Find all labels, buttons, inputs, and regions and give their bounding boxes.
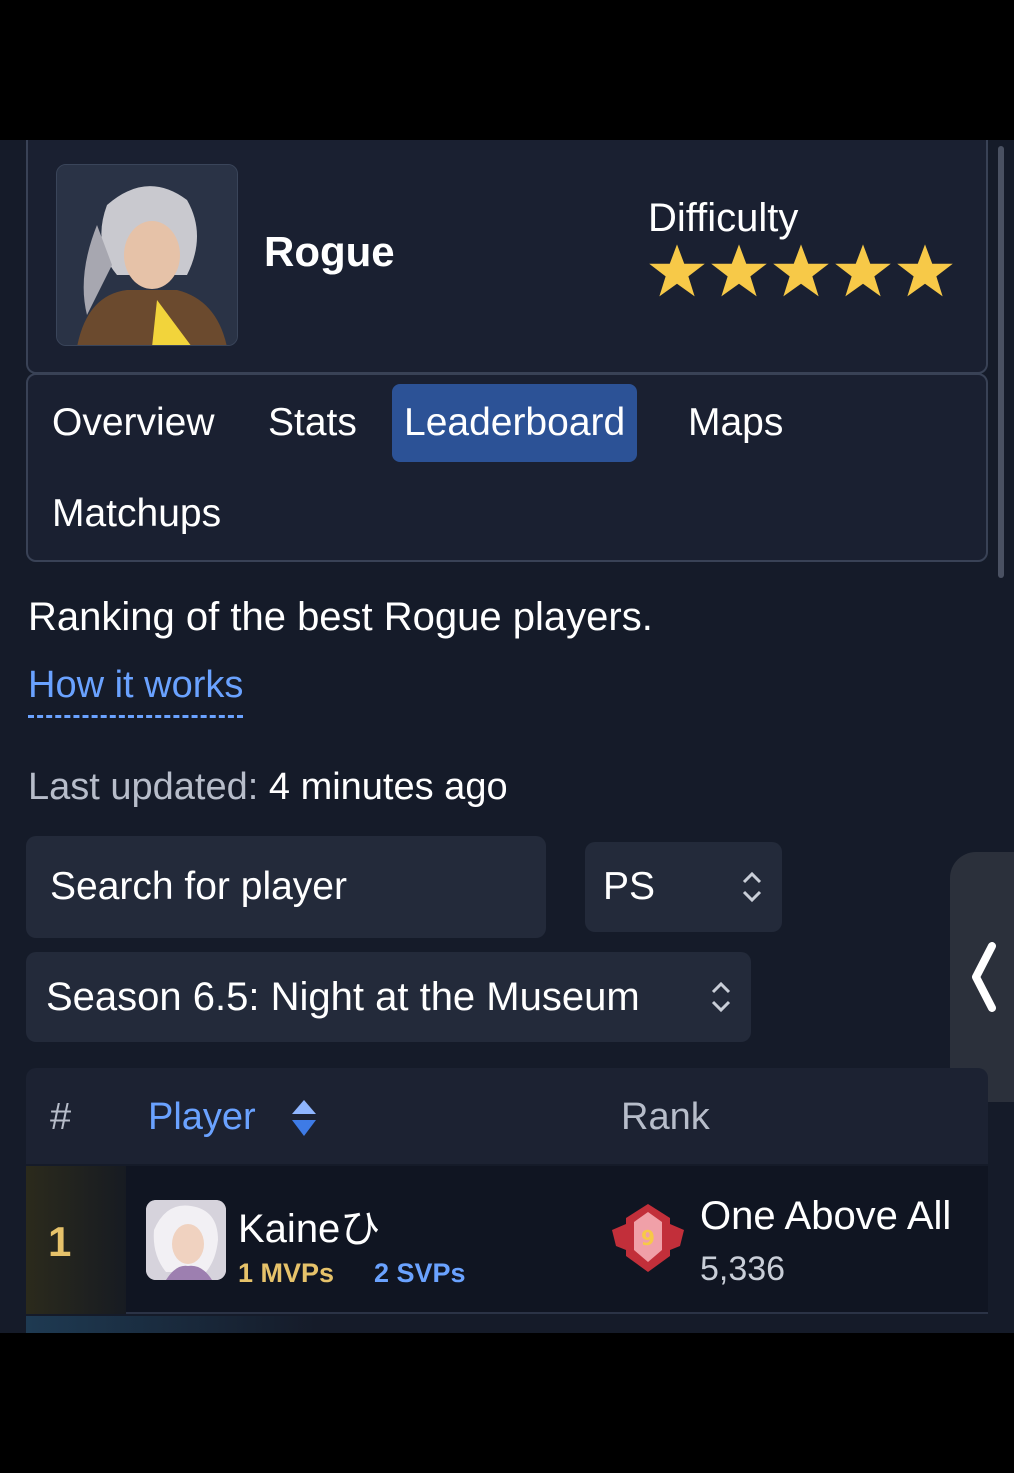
leaderboard-screen: Rogue Difficulty Overview Stats Leaderbo… [0,140,1014,1333]
updown-chevron-icon [711,981,731,1013]
season-select-value: Season 6.5: Night at the Museum [46,975,640,1019]
table-row[interactable]: 1 Kaineひ 1 MVPs 2 SVPs 9 One Above All 5… [26,1166,988,1314]
rank-score: 5,336 [700,1250,786,1288]
platform-select[interactable]: PS [585,842,782,932]
column-header-player[interactable]: Player [148,1096,256,1139]
how-it-works-link[interactable]: How it works [28,664,244,718]
page-description: Ranking of the best Rogue players. [28,595,653,639]
column-header-rank: Rank [621,1096,710,1138]
hero-portrait [56,164,238,346]
tab-bar: Overview Stats Leaderboard Maps Matchups [26,373,988,562]
updown-chevron-icon [742,871,762,903]
tab-stats[interactable]: Stats [256,384,369,462]
leaderboard-table-header: # Player Rank [26,1068,988,1164]
star-icon [649,244,705,297]
star-icon [835,244,891,297]
platform-select-value: PS [603,865,656,908]
scrollbar[interactable] [998,146,1004,578]
row-position-cell: 1 [26,1166,126,1314]
rank-name: One Above All [700,1194,952,1238]
rank-badge-icon: 9 [612,1204,684,1272]
last-updated-value: 4 minutes ago [268,766,508,808]
chevron-left-icon [972,942,996,1012]
star-icon [897,244,953,297]
last-updated: Last updated: 4 minutes ago [28,766,508,809]
sort-icon[interactable] [290,1098,318,1138]
svg-text:9: 9 [641,1226,655,1250]
last-updated-label: Last updated: [28,766,259,808]
table-row [26,1316,988,1333]
season-select[interactable]: Season 6.5: Night at the Museum [26,952,751,1042]
tab-maps[interactable]: Maps [676,384,795,462]
column-header-number: # [50,1096,72,1138]
svp-count: 2 SVPs [374,1258,466,1288]
avatar [146,1200,226,1280]
star-icon [711,244,767,297]
side-drawer-toggle[interactable] [950,852,1014,1102]
player-search-input[interactable]: Search for player [26,836,546,938]
tab-overview[interactable]: Overview [40,384,227,462]
difficulty-label: Difficulty [648,196,799,240]
hero-name: Rogue [264,228,395,275]
tab-matchups[interactable]: Matchups [40,475,233,553]
tab-leaderboard[interactable]: Leaderboard [392,384,638,462]
hero-card: Rogue Difficulty [26,140,988,374]
row-position: 1 [48,1218,72,1265]
mvp-count: 1 MVPs [238,1258,335,1288]
difficulty-stars [648,242,954,300]
star-icon [773,244,829,297]
player-name[interactable]: Kaineひ [238,1196,380,1254]
